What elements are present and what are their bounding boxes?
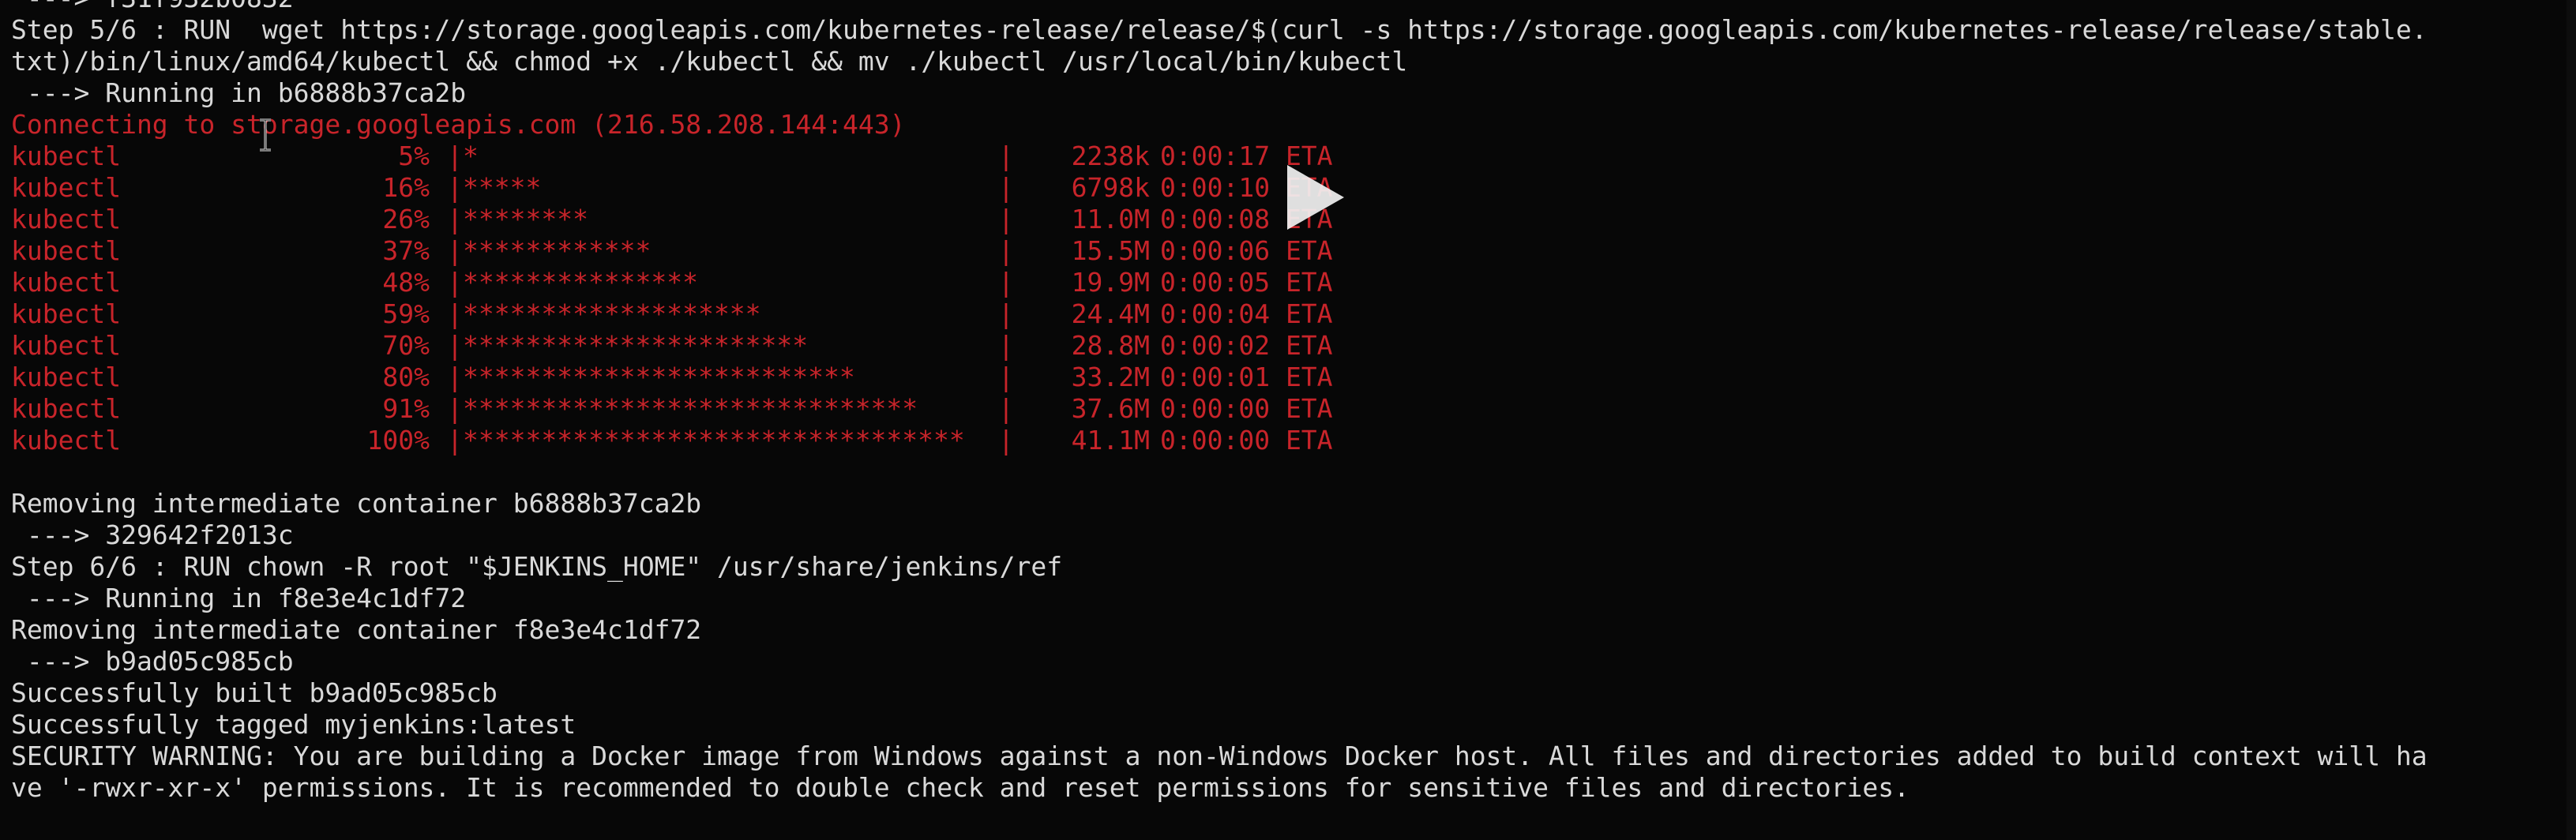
progress-bar-close: | — [998, 298, 1014, 329]
terminal-line: Successfully tagged myjenkins:latest — [11, 709, 576, 740]
terminal-line: ---> Running in f8e3e4c1df72 — [11, 583, 467, 613]
progress-bar-open: | — [447, 330, 463, 361]
progress-eta: 0:00:04 ETA — [1160, 298, 1333, 329]
terminal-line: Step 5/6 : RUN wget https://storage.goog… — [11, 14, 2428, 45]
progress-bar-open: | — [447, 141, 463, 171]
progress-percent: 70% — [382, 330, 430, 361]
progress-bar-close: | — [998, 393, 1014, 424]
progress-size: 37.6M — [1071, 393, 1150, 424]
progress-size: 6798k — [1071, 172, 1150, 203]
progress-stars: ************************* — [463, 362, 855, 392]
terminal-line: Step 6/6 : RUN chown -R root "$JENKINS_H… — [11, 551, 1063, 582]
progress-stars: ******************************** — [463, 425, 965, 456]
progress-percent: 100% — [366, 425, 430, 456]
progress-eta: 0:00:06 ETA — [1160, 235, 1333, 266]
terminal-line: Connecting to storage.googleapis.com (21… — [11, 109, 906, 140]
progress-bar-close: | — [998, 267, 1014, 298]
progress-bar-close: | — [998, 235, 1014, 266]
ibeam-cursor-icon — [260, 118, 271, 152]
terminal-output[interactable]: ---> f31f932b0832Step 5/6 : RUN wget htt… — [0, 0, 2576, 840]
progress-bar-close: | — [998, 141, 1014, 171]
progress-bar-open: | — [447, 425, 463, 456]
terminal-line: Successfully built b9ad05c985cb — [11, 677, 498, 708]
progress-stars: ********************** — [463, 330, 809, 361]
progress-eta: 0:00:02 ETA — [1160, 330, 1333, 361]
terminal-line: ---> Running in b6888b37ca2b — [11, 77, 467, 108]
terminal-line: ve '-rwxr-xr-x' permissions. It is recom… — [11, 772, 1909, 803]
progress-percent: 37% — [382, 235, 430, 266]
terminal-line: ---> 329642f2013c — [11, 519, 294, 550]
progress-size: 11.0M — [1071, 204, 1150, 234]
progress-size: 15.5M — [1071, 235, 1150, 266]
progress-bar-close: | — [998, 330, 1014, 361]
progress-bar-open: | — [447, 235, 463, 266]
progress-percent: 26% — [382, 204, 430, 234]
play-icon[interactable] — [1278, 162, 1349, 233]
progress-eta: 0:00:01 ETA — [1160, 362, 1333, 392]
progress-bar-open: | — [447, 204, 463, 234]
progress-bar-open: | — [447, 172, 463, 203]
progress-stars: ******************* — [463, 298, 761, 329]
terminal-line: ---> f31f932b0832 — [11, 0, 294, 14]
progress-size: 28.8M — [1071, 330, 1150, 361]
progress-percent: 48% — [382, 267, 430, 298]
progress-eta: 0:00:00 ETA — [1160, 393, 1333, 424]
progress-bar-close: | — [998, 172, 1014, 203]
progress-percent: 80% — [382, 362, 430, 392]
progress-size: 2238k — [1071, 141, 1150, 171]
progress-bar-close: | — [998, 362, 1014, 392]
progress-stars: ******** — [463, 204, 588, 234]
progress-percent: 91% — [382, 393, 430, 424]
progress-size: 24.4M — [1071, 298, 1150, 329]
progress-percent: 59% — [382, 298, 430, 329]
terminal-line: Removing intermediate container f8e3e4c1… — [11, 614, 702, 645]
progress-stars: ***** — [463, 172, 542, 203]
progress-percent: 5% — [398, 141, 430, 171]
terminal-line: SECURITY WARNING: You are building a Doc… — [11, 741, 2428, 771]
progress-stars: ************ — [463, 235, 652, 266]
progress-stars: * — [463, 141, 479, 171]
terminal-line: ---> b9ad05c985cb — [11, 646, 294, 677]
terminal-line: Removing intermediate container b6888b37… — [11, 488, 702, 519]
progress-bar-close: | — [998, 204, 1014, 234]
progress-stars: ***************************** — [463, 393, 918, 424]
progress-size: 41.1M — [1071, 425, 1150, 456]
progress-size: 33.2M — [1071, 362, 1150, 392]
terminal-line: txt)/bin/linux/amd64/kubectl && chmod +x… — [11, 46, 1408, 77]
progress-stars: *************** — [463, 267, 699, 298]
progress-bar-open: | — [447, 393, 463, 424]
progress-bar-open: | — [447, 362, 463, 392]
progress-bar-close: | — [998, 425, 1014, 456]
progress-eta: 0:00:00 ETA — [1160, 425, 1333, 456]
progress-size: 19.9M — [1071, 267, 1150, 298]
progress-percent: 16% — [382, 172, 430, 203]
progress-eta: 0:00:05 ETA — [1160, 267, 1333, 298]
window-edge — [2567, 0, 2576, 840]
progress-bar-open: | — [447, 267, 463, 298]
progress-bar-open: | — [447, 298, 463, 329]
